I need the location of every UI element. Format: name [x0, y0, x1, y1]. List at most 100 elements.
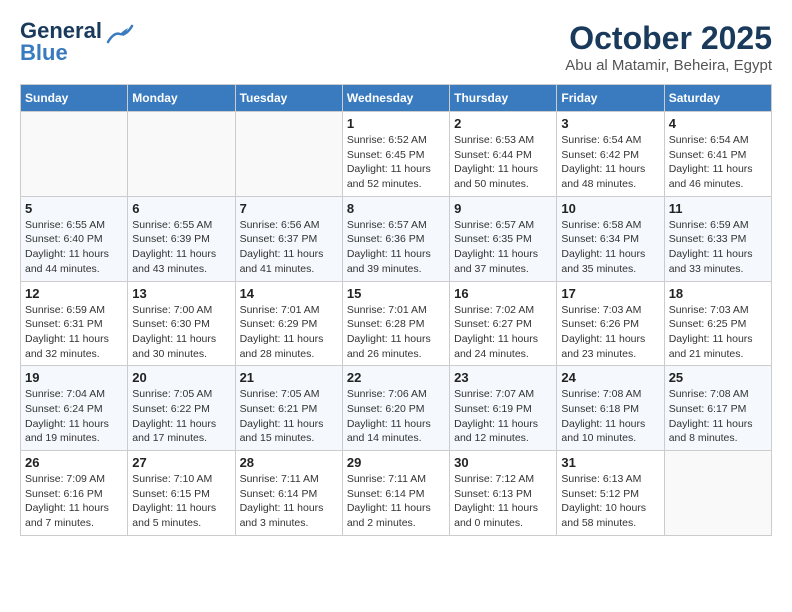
- day-number: 6: [132, 201, 230, 216]
- day-info: Sunrise: 6:53 AMSunset: 6:44 PMDaylight:…: [454, 133, 552, 192]
- day-number: 30: [454, 455, 552, 470]
- day-number: 10: [561, 201, 659, 216]
- day-number: 2: [454, 116, 552, 131]
- logo-general: General: [20, 20, 102, 42]
- day-cell-7: 7 Sunrise: 6:56 AMSunset: 6:37 PMDaylight…: [235, 196, 342, 281]
- day-info: Sunrise: 7:11 AMSunset: 6:14 PMDaylight:…: [347, 472, 445, 531]
- day-number: 17: [561, 286, 659, 301]
- day-number: 1: [347, 116, 445, 131]
- day-info: Sunrise: 7:10 AMSunset: 6:15 PMDaylight:…: [132, 472, 230, 531]
- day-number: 3: [561, 116, 659, 131]
- day-cell-21: 21 Sunrise: 7:05 AMSunset: 6:21 PMDayligh…: [235, 366, 342, 451]
- day-cell-12: 12 Sunrise: 6:59 AMSunset: 6:31 PMDayligh…: [21, 281, 128, 366]
- day-cell-3: 3 Sunrise: 6:54 AMSunset: 6:42 PMDaylight…: [557, 112, 664, 197]
- logo-blue: Blue: [20, 42, 102, 64]
- day-number: 23: [454, 370, 552, 385]
- day-cell-27: 27 Sunrise: 7:10 AMSunset: 6:15 PMDayligh…: [128, 451, 235, 536]
- weekday-header-saturday: Saturday: [664, 85, 771, 112]
- week-row-4: 19 Sunrise: 7:04 AMSunset: 6:24 PMDayligh…: [21, 366, 772, 451]
- day-cell-18: 18Sunrise: 7:03 AMSunset: 6:25 PMDayligh…: [664, 281, 771, 366]
- empty-cell: [235, 112, 342, 197]
- day-number: 24: [561, 370, 659, 385]
- day-number: 5: [25, 201, 123, 216]
- day-cell-15: 15 Sunrise: 7:01 AMSunset: 6:28 PMDayligh…: [342, 281, 449, 366]
- day-cell-31: 31 Sunrise: 6:13 AMSunset: 5:12 PMDayligh…: [557, 451, 664, 536]
- logo-bird-icon: [106, 24, 134, 46]
- day-info: Sunrise: 7:02 AMSunset: 6:27 PMDaylight:…: [454, 303, 552, 362]
- day-number: 28: [240, 455, 338, 470]
- day-number: 8: [347, 201, 445, 216]
- day-number: 31: [561, 455, 659, 470]
- day-info: Sunrise: 7:05 AMSunset: 6:22 PMDaylight:…: [132, 387, 230, 446]
- week-row-1: 1Sunrise: 6:52 AMSunset: 6:45 PMDaylight…: [21, 112, 772, 197]
- day-number: 27: [132, 455, 230, 470]
- day-info: Sunrise: 7:05 AMSunset: 6:21 PMDaylight:…: [240, 387, 338, 446]
- day-number: 14: [240, 286, 338, 301]
- weekday-header-thursday: Thursday: [450, 85, 557, 112]
- day-cell-14: 14 Sunrise: 7:01 AMSunset: 6:29 PMDayligh…: [235, 281, 342, 366]
- day-info: Sunrise: 7:01 AMSunset: 6:28 PMDaylight:…: [347, 303, 445, 362]
- day-number: 16: [454, 286, 552, 301]
- day-cell-22: 22Sunrise: 7:06 AMSunset: 6:20 PMDayligh…: [342, 366, 449, 451]
- day-number: 7: [240, 201, 338, 216]
- day-info: Sunrise: 6:54 AMSunset: 6:42 PMDaylight:…: [561, 133, 659, 192]
- day-cell-26: 26Sunrise: 7:09 AMSunset: 6:16 PMDayligh…: [21, 451, 128, 536]
- day-info: Sunrise: 7:07 AMSunset: 6:19 PMDaylight:…: [454, 387, 552, 446]
- day-info: Sunrise: 6:13 AMSunset: 5:12 PMDaylight:…: [561, 472, 659, 531]
- day-number: 20: [132, 370, 230, 385]
- day-cell-16: 16 Sunrise: 7:02 AMSunset: 6:27 PMDayligh…: [450, 281, 557, 366]
- day-number: 9: [454, 201, 552, 216]
- day-cell-8: 8 Sunrise: 6:57 AMSunset: 6:36 PMDaylight…: [342, 196, 449, 281]
- week-row-3: 12 Sunrise: 6:59 AMSunset: 6:31 PMDayligh…: [21, 281, 772, 366]
- day-cell-6: 6Sunrise: 6:55 AMSunset: 6:39 PMDaylight…: [128, 196, 235, 281]
- weekday-header-row: SundayMondayTuesdayWednesdayThursdayFrid…: [21, 85, 772, 112]
- day-cell-25: 25 Sunrise: 7:08 AMSunset: 6:17 PMDayligh…: [664, 366, 771, 451]
- day-info: Sunrise: 7:03 AMSunset: 6:25 PMDaylight:…: [669, 303, 767, 362]
- empty-cell: [128, 112, 235, 197]
- day-info: Sunrise: 7:08 AMSunset: 6:17 PMDaylight:…: [669, 387, 767, 446]
- day-cell-5: 5Sunrise: 6:55 AMSunset: 6:40 PMDaylight…: [21, 196, 128, 281]
- day-info: Sunrise: 7:00 AMSunset: 6:30 PMDaylight:…: [132, 303, 230, 362]
- title-area: October 2025 Abu al Matamir, Beheira, Eg…: [565, 20, 772, 74]
- day-info: Sunrise: 6:59 AMSunset: 6:31 PMDaylight:…: [25, 303, 123, 362]
- page-header: General Blue October 2025 Abu al Matamir…: [20, 20, 772, 74]
- day-info: Sunrise: 7:03 AMSunset: 6:26 PMDaylight:…: [561, 303, 659, 362]
- week-row-5: 26Sunrise: 7:09 AMSunset: 6:16 PMDayligh…: [21, 451, 772, 536]
- day-number: 11: [669, 201, 767, 216]
- weekday-header-sunday: Sunday: [21, 85, 128, 112]
- weekday-header-tuesday: Tuesday: [235, 85, 342, 112]
- day-info: Sunrise: 7:01 AMSunset: 6:29 PMDaylight:…: [240, 303, 338, 362]
- day-info: Sunrise: 7:09 AMSunset: 6:16 PMDaylight:…: [25, 472, 123, 531]
- day-cell-17: 17 Sunrise: 7:03 AMSunset: 6:26 PMDayligh…: [557, 281, 664, 366]
- day-cell-28: 28Sunrise: 7:11 AMSunset: 6:14 PMDayligh…: [235, 451, 342, 536]
- day-cell-19: 19 Sunrise: 7:04 AMSunset: 6:24 PMDayligh…: [21, 366, 128, 451]
- day-number: 4: [669, 116, 767, 131]
- day-cell-13: 13 Sunrise: 7:00 AMSunset: 6:30 PMDayligh…: [128, 281, 235, 366]
- day-cell-11: 11Sunrise: 6:59 AMSunset: 6:33 PMDayligh…: [664, 196, 771, 281]
- location-subtitle: Abu al Matamir, Beheira, Egypt: [565, 57, 772, 74]
- empty-cell: [664, 451, 771, 536]
- day-info: Sunrise: 7:04 AMSunset: 6:24 PMDaylight:…: [25, 387, 123, 446]
- day-info: Sunrise: 6:56 AMSunset: 6:37 PMDaylight:…: [240, 218, 338, 277]
- day-cell-10: 10 Sunrise: 6:58 AMSunset: 6:34 PMDayligh…: [557, 196, 664, 281]
- day-cell-23: 23 Sunrise: 7:07 AMSunset: 6:19 PMDayligh…: [450, 366, 557, 451]
- week-row-2: 5Sunrise: 6:55 AMSunset: 6:40 PMDaylight…: [21, 196, 772, 281]
- day-cell-30: 30 Sunrise: 7:12 AMSunset: 6:13 PMDayligh…: [450, 451, 557, 536]
- day-info: Sunrise: 6:57 AMSunset: 6:36 PMDaylight:…: [347, 218, 445, 277]
- day-cell-29: 29Sunrise: 7:11 AMSunset: 6:14 PMDayligh…: [342, 451, 449, 536]
- day-info: Sunrise: 6:57 AMSunset: 6:35 PMDaylight:…: [454, 218, 552, 277]
- day-cell-4: 4Sunrise: 6:54 AMSunset: 6:41 PMDaylight…: [664, 112, 771, 197]
- day-info: Sunrise: 7:12 AMSunset: 6:13 PMDaylight:…: [454, 472, 552, 531]
- day-cell-24: 24Sunrise: 7:08 AMSunset: 6:18 PMDayligh…: [557, 366, 664, 451]
- day-number: 19: [25, 370, 123, 385]
- day-number: 12: [25, 286, 123, 301]
- day-info: Sunrise: 6:58 AMSunset: 6:34 PMDaylight:…: [561, 218, 659, 277]
- day-number: 15: [347, 286, 445, 301]
- logo: General Blue: [20, 20, 134, 64]
- day-info: Sunrise: 7:06 AMSunset: 6:20 PMDaylight:…: [347, 387, 445, 446]
- day-cell-9: 9 Sunrise: 6:57 AMSunset: 6:35 PMDaylight…: [450, 196, 557, 281]
- weekday-header-friday: Friday: [557, 85, 664, 112]
- day-number: 13: [132, 286, 230, 301]
- day-number: 21: [240, 370, 338, 385]
- day-number: 25: [669, 370, 767, 385]
